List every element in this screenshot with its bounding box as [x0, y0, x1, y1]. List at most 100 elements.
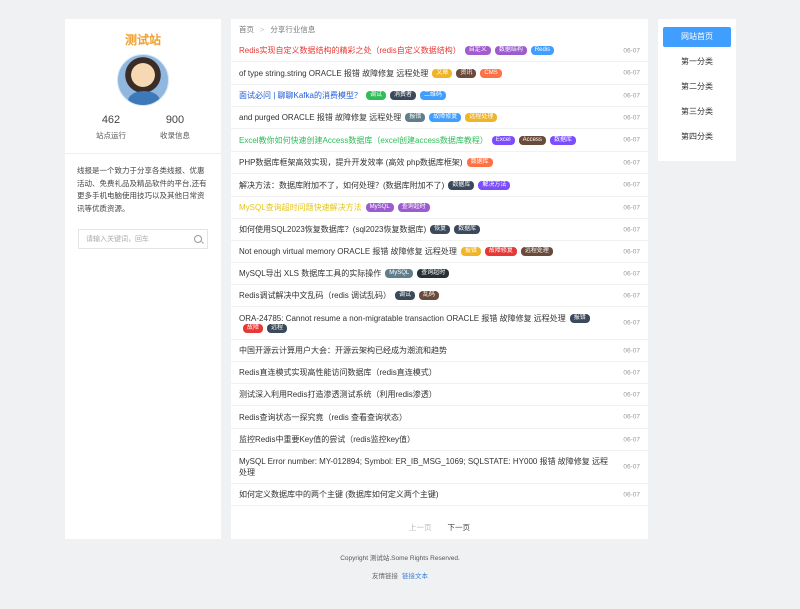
article-tag[interactable]: Redis [530, 46, 555, 56]
article-row[interactable]: 面试必问 | 聊聊Kafka的消费模型？ 调试 消费者 二维码 06-07 [231, 85, 648, 107]
article-tag[interactable]: 数据库 [448, 180, 475, 190]
breadcrumb-home[interactable]: 首页 [239, 25, 254, 34]
article-tag[interactable]: Access [518, 135, 546, 145]
article-tag[interactable]: 二维码 [420, 91, 447, 101]
article-date: 06-07 [623, 292, 640, 299]
article-title[interactable]: 中国开源云计算用户大会：开源云架构已经成为潮流和趋势 [239, 346, 447, 355]
article-tag[interactable]: 消费者 [390, 91, 417, 101]
friend-link[interactable]: 链接文本 [402, 573, 428, 580]
article-date: 06-07 [623, 347, 640, 354]
article-tag[interactable]: 报错 [405, 113, 426, 123]
article-row[interactable]: Not enough virtual memory ORACLE 报错 故障修复… [231, 241, 648, 263]
nav-item[interactable]: 第二分类 [663, 77, 731, 97]
article-title[interactable]: MySQL导出 XLS 数据库工具的实际操作 [239, 269, 381, 278]
nav-item[interactable]: 第三分类 [663, 102, 731, 122]
article-title[interactable]: 解决方法：数据库附加不了，如何处理？(数据库附加不了) [239, 181, 444, 190]
nav-item[interactable]: 网站首页 [663, 27, 731, 47]
category-nav: 网站首页第一分类第二分类第三分类第四分类 [658, 19, 736, 161]
article-row[interactable]: Redis实现自定义数据结构的精彩之处（redis自定义数据结构） 自定义 数据结构… [231, 40, 648, 62]
article-row[interactable]: MySQL导出 XLS 数据库工具的实际操作 MySQL 查询超时 06-07 [231, 263, 648, 285]
article-title[interactable]: and purged ORACLE 报错 故障修复 远程处理 [239, 113, 401, 122]
article-tag[interactable]: 调试 [395, 291, 416, 301]
article-tag[interactable]: 自定义 [464, 46, 491, 56]
article-title[interactable]: 测试深入利用Redis打造渗透测试系统（利用redis渗透） [239, 390, 437, 399]
article-content: of type string.string ORACLE 报错 故障修复 远程处… [239, 68, 538, 79]
article-row[interactable]: 中国开源云计算用户大会：开源云架构已经成为潮流和趋势 06-07 [231, 340, 648, 362]
article-title[interactable]: of type string.string ORACLE 报错 故障修复 远程处… [239, 69, 428, 78]
article-tag[interactable]: 恢复 [430, 225, 451, 235]
article-row[interactable]: of type string.string ORACLE 报错 故障修复 远程处… [231, 62, 648, 85]
article-title[interactable]: Redis查询状态一探究竟（redis 查看查询状态） [239, 413, 407, 422]
article-row[interactable]: and purged ORACLE 报错 故障修复 远程处理 报错 故障修复 远程处理… [231, 107, 648, 129]
article-tag[interactable]: 数据库 [466, 158, 493, 168]
article-title[interactable]: 如何定义数据库中的两个主键 (数据库如何定义两个主键) [239, 490, 439, 499]
article-title[interactable]: MySQL Error number: MY-012894; Symbol: E… [239, 457, 608, 477]
article-tag[interactable]: 资讯 [456, 68, 477, 78]
article-tag[interactable]: 故障修复 [429, 113, 462, 123]
article-tag[interactable]: 远程处理 [520, 247, 553, 257]
main-content: 首页 > 分享行业信息 Redis实现自定义数据结构的精彩之处（redis自定义数据… [231, 19, 648, 539]
article-row[interactable]: Excel教你如何快速创建Access数据库（excel创建access数据库教… [231, 129, 648, 152]
article-row[interactable]: Redis直连模式实现高性能访问数据库（redis直连模式） 06-07 [231, 362, 648, 384]
article-row[interactable]: 测试深入利用Redis打造渗透测试系统（利用redis渗透） 06-07 [231, 384, 648, 406]
article-date: 06-07 [623, 159, 640, 166]
article-tag[interactable]: 查询超时 [397, 203, 430, 213]
article-tag[interactable]: Excel [491, 135, 515, 145]
article-title[interactable]: Redis实现自定义数据结构的精彩之处（redis自定义数据结构） [239, 46, 461, 55]
article-tag[interactable]: 数据库 [549, 135, 576, 145]
article-row[interactable]: MySQL Error number: MY-012894; Symbol: E… [231, 451, 648, 484]
article-tag[interactable]: 故障 [243, 324, 264, 334]
nav-item[interactable]: 第四分类 [663, 127, 731, 147]
article-tag[interactable]: 远程处理 [465, 113, 498, 123]
article-content: 测试深入利用Redis打造渗透测试系统（利用redis渗透） [239, 389, 473, 400]
article-date: 06-07 [623, 181, 640, 189]
article-tag[interactable]: 解决方法 [478, 180, 511, 190]
article-date: 06-07 [623, 270, 640, 277]
article-row[interactable]: 解决方法：数据库附加不了，如何处理？(数据库附加不了) 数据库 解决方法 06-07 [231, 174, 648, 197]
article-title[interactable]: Not enough virtual memory ORACLE 报错 故障修复… [239, 247, 457, 256]
article-tag[interactable]: 乱码 [419, 291, 440, 301]
article-title[interactable]: ORA-24785: Cannot resume a non-migratabl… [239, 314, 566, 323]
article-tag[interactable]: 数据库 [454, 225, 481, 235]
prev-page-button[interactable]: 上一页 [409, 523, 432, 532]
article-tag[interactable]: 报错 [569, 314, 590, 324]
site-name[interactable]: 测试站 [65, 31, 221, 48]
article-tag[interactable]: 调试 [365, 91, 386, 101]
article-title[interactable]: 监控Redis中重要Key值的尝试（redis监控key值） [239, 435, 415, 444]
article-tag[interactable]: 查询超时 [417, 269, 450, 279]
article-title[interactable]: 面试必问 | 聊聊Kafka的消费模型？ [239, 91, 362, 100]
article-date: 06-07 [623, 391, 640, 398]
article-date: 06-07 [623, 248, 640, 255]
article-row[interactable]: MySQL查询超时问题快速解决方法 MySQL 查询超时 06-07 [231, 197, 648, 219]
stat-label: 收录信息 [160, 131, 190, 140]
article-row[interactable]: 监控Redis中重要Key值的尝试（redis监控key值） 06-07 [231, 429, 648, 451]
article-tag[interactable]: 远程 [267, 324, 288, 334]
article-title[interactable]: PHP数据库框架高效实现，提升开发效率 (高效 php数据库框架) [239, 158, 463, 167]
article-row[interactable]: PHP数据库框架高效实现，提升开发效率 (高效 php数据库框架) 数据库 06-0… [231, 152, 648, 174]
article-row[interactable]: 如何定义数据库中的两个主键 (数据库如何定义两个主键) 06-07 [231, 484, 648, 506]
article-title[interactable]: MySQL查询超时问题快速解决方法 [239, 203, 362, 212]
article-row[interactable]: ORA-24785: Cannot resume a non-migratabl… [231, 307, 648, 340]
article-content: MySQL Error number: MY-012894; Symbol: E… [239, 456, 648, 478]
article-tag[interactable]: 文章 [432, 68, 453, 78]
article-tag[interactable]: MySQL [365, 203, 394, 213]
article-title[interactable]: Redis调试解决中文乱码（redis 调试乱码） [239, 291, 391, 300]
article-title[interactable]: 如何使用SQL2023恢复数据库？(sql2023恢复数据库) [239, 225, 426, 234]
article-title[interactable]: Excel教你如何快速创建Access数据库（excel创建access数据库教… [239, 136, 488, 145]
article-row[interactable]: Redis查询状态一探究竟（redis 查看查询状态） 06-07 [231, 406, 648, 429]
article-row[interactable]: Redis调试解决中文乱码（redis 调试乱码） 调试 乱码 06-07 [231, 285, 648, 307]
article-tag[interactable]: 数据结构 [494, 46, 527, 56]
article-tag[interactable]: MySQL [385, 269, 414, 279]
article-tag[interactable]: CMS [480, 68, 502, 78]
article-row[interactable]: 如何使用SQL2023恢复数据库？(sql2023恢复数据库) 恢复 数据库 06-0… [231, 219, 648, 241]
article-content: Excel教你如何快速创建Access数据库（excel创建access数据库教… [239, 135, 612, 146]
nav-item[interactable]: 第一分类 [663, 52, 731, 72]
search-input[interactable] [79, 230, 207, 248]
article-tag[interactable]: 故障修复 [484, 247, 517, 257]
search-icon[interactable] [194, 235, 202, 243]
article-tag[interactable]: 报错 [460, 247, 481, 257]
article-content: MySQL导出 XLS 数据库工具的实际操作 MySQL 查询超时 [239, 268, 485, 279]
next-page-button[interactable]: 下一页 [448, 523, 471, 532]
article-title[interactable]: Redis直连模式实现高性能访问数据库（redis直连模式） [239, 368, 437, 377]
article-date: 06-07 [623, 136, 640, 144]
